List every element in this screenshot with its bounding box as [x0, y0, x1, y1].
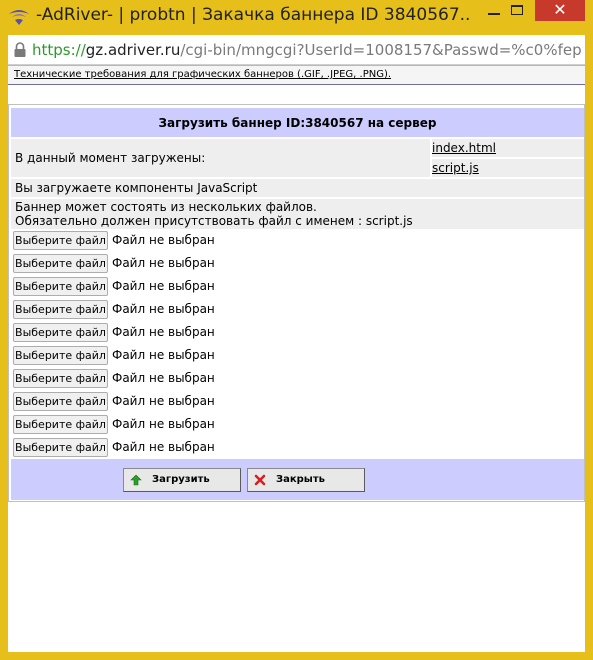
file-status: Файл не выбран — [112, 302, 215, 316]
loaded-file-cell: index.html — [432, 139, 584, 157]
close-window-button[interactable]: ✕ — [535, 0, 585, 21]
choose-file-button[interactable]: Выберите файл — [13, 300, 108, 319]
maximize-icon — [511, 5, 523, 15]
lock-icon — [14, 42, 26, 57]
requirements-link[interactable]: Технические требования для графических б… — [14, 69, 391, 80]
choose-file-button[interactable]: Выберите файл — [13, 323, 108, 342]
form-header: Загрузить баннер ID:3840567 на сервер — [11, 108, 584, 137]
url-text[interactable]: https://gz.adriver.ru/cgi-bin/mngcgi?Use… — [32, 41, 582, 59]
notes-line: Баннер может состоять из нескольких файл… — [15, 200, 317, 214]
upload-button-label: Загрузить — [152, 474, 210, 485]
file-input-row: Выберите файл Файл не выбран — [13, 254, 573, 274]
file-status: Файл не выбран — [112, 417, 215, 431]
file-status: Файл не выбран — [112, 440, 215, 454]
file-input-row: Выберите файл Файл не выбран — [13, 300, 573, 320]
url-scheme: https:// — [32, 41, 86, 59]
file-status: Файл не выбран — [112, 371, 215, 385]
choose-file-button[interactable]: Выберите файл — [13, 346, 108, 365]
file-input-row: Выберите файл Файл не выбран — [13, 392, 573, 412]
loaded-file-link[interactable]: index.html — [432, 141, 496, 155]
loaded-file-cell: script.js — [432, 159, 584, 177]
close-button-label: Закрыть — [276, 474, 325, 485]
file-input-row: Выберите файл Файл не выбран — [13, 415, 573, 435]
file-input-row: Выберите файл Файл не выбран — [13, 277, 573, 297]
choose-file-button[interactable]: Выберите файл — [13, 254, 108, 273]
adriver-logo-icon — [9, 10, 29, 25]
file-status: Файл не выбран — [112, 394, 215, 408]
file-status: Файл не выбран — [112, 325, 215, 339]
choose-file-button[interactable]: Выберите файл — [13, 392, 108, 411]
upload-form: Загрузить баннер ID:3840567 на сервер В … — [8, 104, 585, 502]
red-x-icon — [254, 474, 266, 486]
file-input-row: Выберите файл Файл не выбран — [13, 231, 573, 251]
page-content: Технические требования для графических б… — [8, 66, 585, 652]
choose-file-button[interactable]: Выберите файл — [13, 415, 108, 434]
loaded-file-link[interactable]: script.js — [432, 161, 479, 175]
file-input-row: Выберите файл Файл не выбран — [13, 369, 573, 389]
component-type-text: Вы загружаете компоненты JavaScript — [15, 181, 258, 195]
loaded-label-cell: В данный момент загружены: — [11, 139, 430, 177]
form-actions: Загрузить Закрыть — [11, 459, 584, 500]
notes-line: Обязательно должен присутствовать файл с… — [15, 214, 413, 228]
window-title: -AdRiver- | probtn | Закачка баннера ID … — [36, 5, 471, 25]
notes-row: Баннер может состоять из нескольких файл… — [11, 199, 584, 229]
upload-arrow-icon — [130, 474, 142, 486]
file-input-row: Выберите файл Файл не выбран — [13, 323, 573, 343]
file-input-row: Выберите файл Файл не выбран — [13, 438, 573, 458]
file-status: Файл не выбран — [112, 279, 215, 293]
address-bar[interactable]: https://gz.adriver.ru/cgi-bin/mngcgi?Use… — [8, 35, 585, 65]
url-host: gz.adriver.ru — [85, 41, 181, 59]
close-button[interactable]: Закрыть — [247, 468, 365, 492]
choose-file-button[interactable]: Выберите файл — [13, 277, 108, 296]
top-link-bar: Технические требования для графических б… — [8, 66, 585, 85]
upload-button[interactable]: Загрузить — [123, 468, 241, 492]
file-status: Файл не выбран — [112, 256, 215, 270]
component-type-row: Вы загружаете компоненты JavaScript — [11, 179, 584, 197]
choose-file-button[interactable]: Выберите файл — [13, 438, 108, 457]
minimize-icon — [488, 13, 500, 15]
choose-file-button[interactable]: Выберите файл — [13, 231, 108, 250]
url-path: /cgi-bin/mngcgi?UserId=1008157&Passwd=%c… — [180, 41, 582, 59]
choose-file-button[interactable]: Выберите файл — [13, 369, 108, 388]
file-status: Файл не выбран — [112, 233, 215, 247]
file-input-row: Выберите файл Файл не выбран — [13, 346, 573, 366]
maximize-button[interactable] — [504, 0, 532, 20]
loaded-label: В данный момент загружены: — [15, 151, 206, 165]
file-status: Файл не выбран — [112, 348, 215, 362]
window-title-bar: -AdRiver- | probtn | Закачка баннера ID … — [0, 0, 593, 34]
